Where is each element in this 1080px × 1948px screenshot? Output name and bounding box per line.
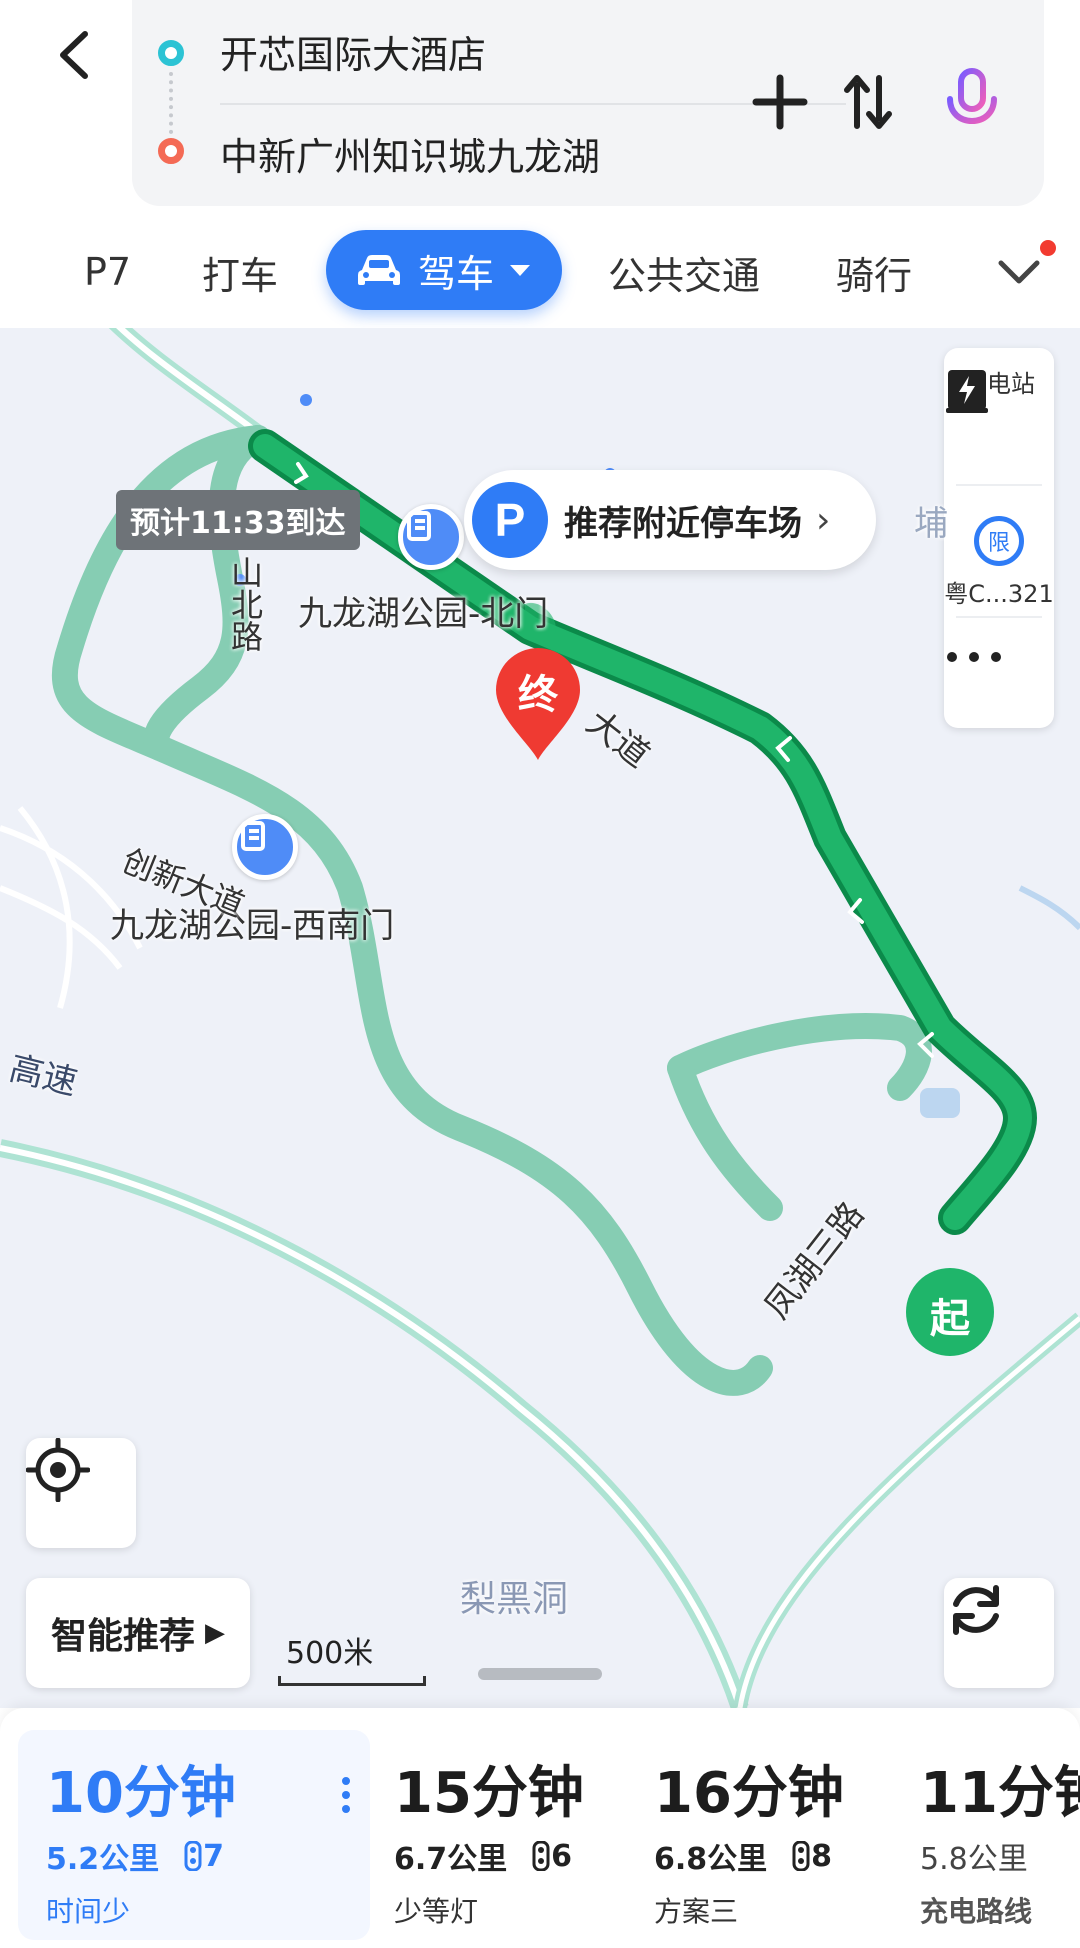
route-time: 15分钟 (394, 1761, 584, 1826)
swap-icon (844, 75, 892, 129)
route-meta: 6.8公里 8 (654, 1834, 832, 1878)
drag-handle[interactable] (478, 1668, 602, 1680)
route-option-3[interactable]: 16分钟 6.8公里 8 方案三 (654, 1730, 894, 1940)
charging-station-button[interactable]: 充电站 (944, 364, 1054, 413)
notification-badge (1040, 240, 1056, 256)
route-option-2[interactable]: 15分钟 6.7公里 6 少等灯 (394, 1730, 634, 1940)
route-time: 11分钟 (920, 1761, 1080, 1826)
destination-marker-label: 终 (518, 672, 558, 718)
route-time: 16分钟 (654, 1761, 844, 1826)
partial-map-label: 埔 (914, 504, 948, 544)
caret-down-icon (508, 262, 532, 278)
back-button[interactable] (40, 20, 110, 90)
divider (956, 484, 1042, 486)
parking-label: 推荐附近停车场 (564, 503, 802, 544)
chevron-down-icon (998, 260, 1040, 284)
traffic-light-number: 6 (551, 1838, 573, 1874)
route-option-4[interactable]: 11分钟 5.8公里 充电路线 (920, 1730, 1080, 1940)
route-time: 10分钟 (46, 1761, 236, 1826)
tab-public-transit[interactable]: 公共交通 (608, 222, 760, 322)
park-gate-icon[interactable] (398, 504, 464, 570)
traffic-light-icon (532, 1841, 550, 1871)
nearby-parking-button[interactable]: P 推荐附近停车场 › (464, 470, 876, 570)
traffic-light-count: 7 (183, 1839, 224, 1874)
smart-recommend-label: 智能推荐 (50, 1616, 195, 1657)
destination-field[interactable]: 中新广州知识城九龙湖 (220, 126, 600, 181)
area-label-village: 梨黑洞 (460, 1579, 569, 1620)
plus-icon (752, 74, 808, 130)
route-distance: 6.7公里 (394, 1842, 508, 1877)
tab-cycling[interactable]: 骑行 (836, 222, 912, 322)
locate-button[interactable] (26, 1438, 136, 1548)
smart-recommend-button[interactable]: 智能推荐 ▶ (26, 1578, 250, 1688)
route-distance: 5.2公里 (46, 1842, 160, 1877)
poi-label-southwest-gate[interactable]: 九龙湖公园-西南门 (110, 898, 394, 947)
map-scale: 500米 (278, 1628, 426, 1686)
traffic-light-icon (184, 1841, 202, 1871)
route-tag: 充电路线 (920, 1895, 1033, 1928)
route-distance: 5.8公里 (920, 1842, 1028, 1877)
refresh-icon (953, 1585, 999, 1635)
tab-p7[interactable]: P7 (84, 222, 131, 322)
traffic-light-number: 8 (811, 1838, 833, 1874)
divider (956, 616, 1042, 618)
microphone-icon (947, 68, 997, 136)
route-tag: 时间少 (46, 1895, 131, 1928)
locate-icon (26, 1438, 90, 1502)
swap-button[interactable] (828, 62, 908, 142)
chevron-left-icon (60, 31, 88, 79)
voice-input-button[interactable] (932, 62, 1012, 142)
traffic-light-number: 7 (203, 1838, 225, 1874)
tab-drive[interactable]: 驾车 (326, 230, 562, 310)
add-waypoint-button[interactable] (740, 62, 820, 142)
park-gate-icon[interactable] (232, 814, 298, 880)
map-side-panel: 充电站 限 粤C...321 (944, 348, 1054, 728)
charging-station-icon (946, 370, 988, 413)
traffic-light-count: 8 (791, 1839, 832, 1874)
car-icon (356, 250, 402, 290)
route-tag: 少等灯 (394, 1895, 479, 1928)
origin-marker-label: 起 (930, 1296, 970, 1342)
origin-field[interactable]: 开芯国际大酒店 (220, 24, 486, 79)
traffic-light-count: 6 (531, 1839, 572, 1874)
route-meta: 6.7公里 6 (394, 1834, 572, 1878)
map-view[interactable]: 充电站 限 粤C...321 埔 预计11:33到达 P 推荐附近停车场 › 九… (0, 328, 1080, 1708)
route-option-1[interactable]: 10分钟 5.2公里 7 时间少 (18, 1730, 370, 1940)
tab-drive-label: 驾车 (417, 251, 494, 296)
scale-label: 500米 (286, 1636, 374, 1671)
tab-taxi[interactable]: 打车 (202, 222, 278, 322)
plate-restriction-button[interactable]: 限 粤C...321 (944, 516, 1054, 609)
route-distance: 6.8公里 (654, 1842, 768, 1877)
refresh-route-button[interactable] (944, 1578, 1054, 1688)
poi-label-north-gate[interactable]: 九龙湖公园-北门 (298, 586, 548, 635)
plate-label: 粤C...321 (944, 580, 1054, 608)
chevron-right-icon: › (816, 499, 831, 541)
parking-icon: P (472, 482, 548, 558)
route-more-icon[interactable] (336, 1774, 356, 1816)
route-input-panel: 开芯国际大酒店 中新广州知识城九龙湖 (132, 0, 1044, 206)
triangle-right-icon: ▶ (205, 1618, 225, 1648)
more-horizontal-icon (947, 652, 1001, 662)
more-modes-button[interactable] (994, 222, 1044, 322)
transport-mode-tabs: P7 打车 驾车 公共交通 骑行 (0, 222, 1080, 322)
route-options: 10分钟 5.2公里 7 时间少 15分钟 6.7公里 6 少等灯 16分钟 6… (0, 1708, 1080, 1948)
scale-bar (278, 1676, 426, 1686)
route-meta: 5.2公里 7 (46, 1834, 224, 1878)
route-tag: 方案三 (654, 1895, 739, 1928)
eta-label: 预计11:33到达 (116, 490, 360, 550)
destination-dot-icon (158, 138, 184, 164)
road-label-north: 山北路 (226, 556, 264, 652)
restriction-badge: 限 (974, 516, 1024, 566)
origin-dot-icon (158, 40, 184, 66)
traffic-light-icon (792, 1841, 810, 1871)
route-connector (169, 72, 173, 134)
